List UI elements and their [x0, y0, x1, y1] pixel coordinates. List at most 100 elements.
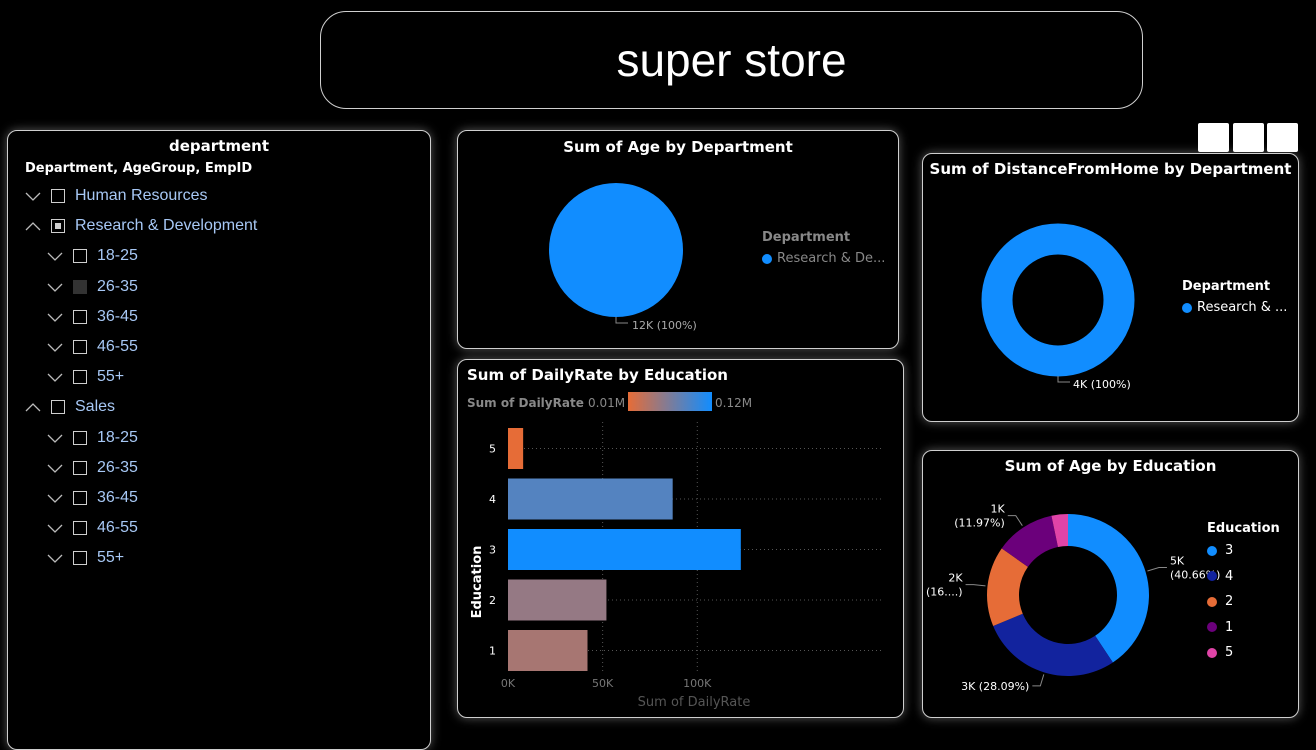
- checkbox[interactable]: [73, 430, 87, 445]
- department-slicer: department Department, AgeGroup, EmpID H…: [7, 130, 431, 750]
- slicer-item-label: 26-35: [97, 277, 138, 295]
- slicer-item[interactable]: Sales: [25, 396, 115, 418]
- legend-item[interactable]: 4: [1207, 569, 1233, 584]
- checkbox[interactable]: [73, 521, 87, 536]
- chevron-down-icon[interactable]: [47, 369, 63, 385]
- x-tick-label: 0K: [501, 677, 516, 690]
- slicer-item-label: Human Resources: [75, 187, 208, 204]
- chevron-down-icon[interactable]: [47, 520, 63, 536]
- legend-dot: [1207, 647, 1217, 658]
- slicer-item-label: 55+: [97, 368, 125, 386]
- checkbox[interactable]: [73, 551, 87, 566]
- chevron-down-icon[interactable]: [47, 460, 63, 476]
- pie-slice-research-development: [549, 183, 683, 317]
- legend-item[interactable]: 3: [1207, 543, 1233, 558]
- checkbox[interactable]: [73, 279, 87, 294]
- data-label: (11.97%): [954, 517, 1005, 530]
- y-tick-label: 2: [489, 594, 496, 607]
- distance-by-department-chart[interactable]: Sum of DistanceFromHome by Department 4K…: [922, 153, 1299, 422]
- slicer-item-label: 46-55: [97, 519, 138, 537]
- checkbox[interactable]: [51, 189, 65, 203]
- data-label: 1K: [991, 503, 1006, 516]
- report-title: super store: [616, 34, 847, 86]
- slicer-item[interactable]: 55+: [47, 366, 124, 388]
- legend-label: Research & ...: [1197, 300, 1288, 315]
- slicer-item[interactable]: 46-55: [47, 336, 138, 358]
- color-legend-title: Sum of DailyRate: [467, 396, 584, 410]
- legend-label: 5: [1225, 645, 1234, 660]
- slicer-item-label: 55+: [97, 549, 125, 567]
- color-legend-gradient: [628, 392, 712, 411]
- age-by-education-chart[interactable]: Sum of Age by Education 5K (40.66%) 3K (28…: [922, 450, 1299, 718]
- donut-slice-education-3: [1068, 514, 1149, 663]
- slicer-item[interactable]: 26-35: [47, 276, 138, 298]
- legend-item[interactable]: Research & ...: [1182, 300, 1287, 315]
- leader-line: [615, 317, 628, 324]
- slicer-fields: Department, AgeGroup, EmpID: [25, 161, 253, 176]
- chevron-up-icon[interactable]: [25, 218, 41, 234]
- checkbox[interactable]: [73, 340, 87, 354]
- legend-dot: [1207, 571, 1217, 581]
- checkbox[interactable]: [73, 460, 87, 475]
- chevron-up-icon[interactable]: [25, 399, 41, 415]
- slicer-item-label: 26-35: [97, 458, 138, 476]
- slicer-item[interactable]: 26-35: [47, 457, 138, 479]
- legend-label: 3: [1225, 543, 1234, 558]
- slicer-item[interactable]: 18-25: [47, 427, 138, 449]
- donut-slice-education-4: [993, 613, 1113, 676]
- legend-dot: [1207, 545, 1217, 556]
- bar-education-5: [508, 428, 524, 469]
- bar-education-3: [508, 529, 741, 570]
- donut-plot: 5K(40.66%)3K (28.09%)2K(16....)1K(11.97%…: [926, 503, 1220, 693]
- legend-dot: [1207, 596, 1217, 607]
- slicer-item[interactable]: Research & Development: [25, 215, 257, 237]
- visual-header-button-2[interactable]: [1233, 123, 1264, 152]
- checkbox[interactable]: [73, 370, 87, 385]
- slicer-item-label: Sales: [75, 398, 116, 416]
- bar-education-1: [508, 630, 588, 671]
- legend-item[interactable]: 1: [1207, 620, 1233, 635]
- visual-header-button-1[interactable]: [1198, 123, 1229, 152]
- chevron-down-icon[interactable]: [47, 430, 63, 446]
- x-tick-label: 100K: [683, 677, 712, 690]
- slicer-item-label: 46-55: [97, 338, 138, 355]
- slicer-item[interactable]: 36-45: [47, 487, 138, 509]
- legend-item[interactable]: Research & De...: [762, 251, 885, 266]
- dailyrate-by-education-chart[interactable]: Sum of DailyRate by Education Sum of Dai…: [457, 359, 904, 718]
- chevron-down-icon[interactable]: [47, 309, 63, 325]
- checkbox[interactable]: [73, 249, 87, 264]
- color-legend-min: 0.01M: [588, 396, 625, 410]
- y-tick-label: 3: [489, 544, 496, 557]
- checkbox[interactable]: [73, 491, 87, 505]
- checkbox[interactable]: [73, 309, 87, 324]
- slicer-item[interactable]: 55+: [47, 547, 124, 569]
- chevron-down-icon[interactable]: [47, 248, 63, 264]
- legend-item[interactable]: 2: [1207, 594, 1233, 609]
- visual-header-button-3[interactable]: [1267, 123, 1298, 152]
- slicer-item[interactable]: 18-25: [47, 245, 138, 267]
- age-by-department-chart[interactable]: Sum of Age by Department 12K (100%) Depa…: [457, 130, 899, 349]
- legend-item[interactable]: 5: [1207, 645, 1233, 660]
- data-label: 3K (28.09%): [961, 680, 1029, 693]
- slicer-title: department: [169, 137, 269, 155]
- checkbox[interactable]: [51, 219, 65, 234]
- slicer-item-label: 36-45: [97, 307, 138, 325]
- y-tick-label: 4: [489, 493, 496, 506]
- chevron-down-icon[interactable]: [47, 279, 63, 295]
- slicer-item[interactable]: 36-45: [47, 306, 138, 328]
- x-tick-label: 50K: [592, 677, 614, 690]
- chevron-down-icon[interactable]: [25, 188, 41, 204]
- chevron-down-icon[interactable]: [47, 550, 63, 566]
- leader-line: [1032, 674, 1045, 687]
- legend-dot: [1182, 302, 1192, 313]
- legend-title: Education: [1207, 521, 1280, 536]
- chevron-down-icon[interactable]: [47, 339, 63, 355]
- slicer-item[interactable]: Human Resources: [25, 185, 208, 207]
- checkbox[interactable]: [51, 400, 65, 415]
- legend-dot: [1207, 622, 1217, 632]
- slicer-item[interactable]: 46-55: [47, 517, 138, 539]
- y-axis-title: Education: [470, 546, 485, 619]
- data-label: 2K: [948, 572, 963, 585]
- y-tick-label: 5: [489, 443, 496, 456]
- chevron-down-icon[interactable]: [47, 490, 63, 506]
